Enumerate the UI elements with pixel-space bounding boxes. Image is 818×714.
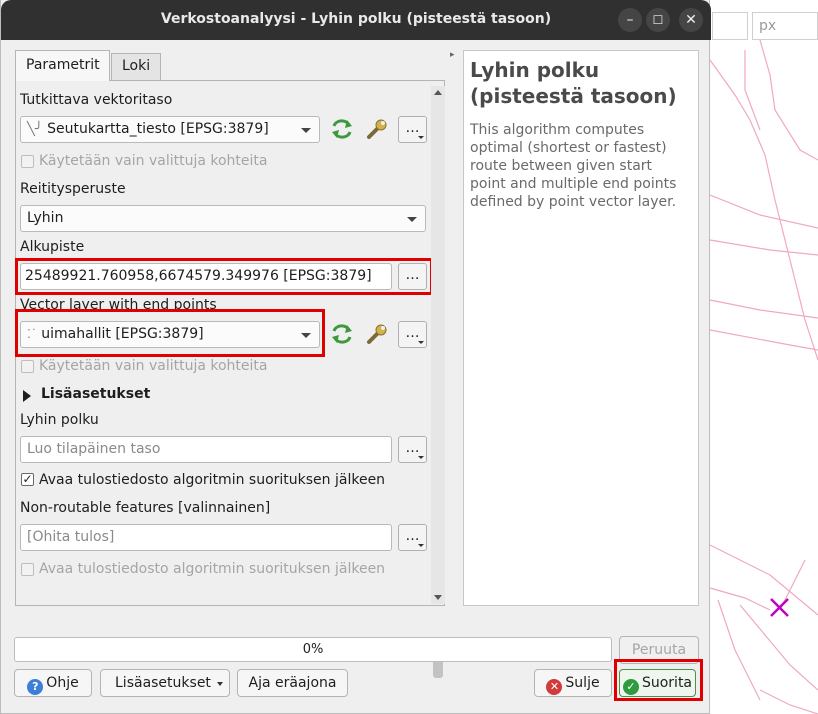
- end-layer-browse-button[interactable]: …: [398, 321, 427, 348]
- vector-layer-combo[interactable]: ╲╯ Seutukartta_tiesto [EPSG:3879]: [20, 116, 320, 143]
- routing-value: Lyhin: [27, 210, 64, 226]
- routing-combo[interactable]: Lyhin: [20, 205, 426, 232]
- open-output-label-1: Avaa tulostiedosto algoritmin suoritukse…: [39, 472, 386, 488]
- maximize-icon[interactable]: ☐: [646, 8, 670, 32]
- chevron-down-icon: [301, 128, 311, 133]
- advanced-menu-button[interactable]: Lisäasetukset: [100, 669, 230, 697]
- map-toolbar-input[interactable]: [712, 12, 748, 40]
- ellipsis-label: …: [405, 120, 420, 136]
- map-unit-field[interactable]: px: [752, 12, 818, 40]
- shortest-path-output-field[interactable]: Luo tilapäinen taso: [20, 436, 392, 463]
- non-routable-browse-button[interactable]: …: [398, 524, 427, 551]
- progress-bar: 0%: [14, 637, 612, 662]
- wrench-icon[interactable]: [365, 117, 389, 141]
- dropdown-arrow-icon: [418, 456, 424, 459]
- selected-only-label-2: Käytetään vain valittuja kohteita: [39, 358, 268, 374]
- selected-only-checkbox-2[interactable]: [21, 360, 34, 373]
- non-routable-label: Non-routable features [valinnainen]: [20, 500, 271, 516]
- line-layer-icon: ╲╯: [27, 122, 43, 137]
- minimize-icon[interactable]: –: [618, 8, 642, 32]
- window-title: Verkostoanalyysi - Lyhin polku (pisteest…: [160, 11, 552, 27]
- open-output-checkbox-1[interactable]: ✓: [21, 473, 34, 486]
- scroll-down-icon[interactable]: [434, 595, 442, 600]
- highlight-box-end-layer: [15, 309, 325, 357]
- help-button[interactable]: ? Ohje: [14, 669, 92, 697]
- check-icon: ✓: [22, 472, 33, 486]
- help-title: Lyhin polku (pisteestä tasoon): [470, 58, 677, 108]
- start-point-label: Alkupiste: [20, 239, 85, 255]
- vector-layer-browse-button[interactable]: …: [398, 116, 427, 143]
- selected-only-label-1: Käytetään vain valittuja kohteita: [39, 153, 268, 169]
- help-icon: ?: [27, 679, 44, 695]
- help-panel: Lyhin polku (pisteestä tasoon) This algo…: [463, 50, 699, 606]
- advanced-button-label: Lisäasetukset: [115, 675, 211, 691]
- scroll-up-icon[interactable]: [434, 90, 442, 95]
- close-button-label: Sulje: [565, 675, 600, 691]
- tab-loki[interactable]: Loki: [111, 53, 161, 81]
- open-output-label-2: Avaa tulostiedosto algoritmin suoritukse…: [39, 561, 386, 577]
- algorithm-dialog: Verkostoanalyysi - Lyhin polku (pisteest…: [0, 0, 711, 714]
- iterate-icon[interactable]: [330, 322, 354, 346]
- advanced-section-toggle[interactable]: Lisäasetukset: [41, 386, 150, 402]
- title-bar: Verkostoanalyysi - Lyhin polku (pisteest…: [1, 0, 711, 40]
- vector-layer-label: Tutkittava vektoritaso: [20, 92, 173, 108]
- ellipsis-label: …: [405, 528, 420, 544]
- non-routable-output-field[interactable]: [Ohita tulos]: [20, 524, 392, 551]
- shortest-path-label: Lyhin polku: [20, 412, 99, 428]
- help-button-label: Ohje: [46, 675, 79, 691]
- vector-layer-value: Seutukartta_tiesto [EPSG:3879]: [47, 121, 269, 137]
- parameters-scrollbar[interactable]: [431, 86, 445, 678]
- help-description: This algorithm computes optimal (shortes…: [470, 122, 677, 210]
- batch-process-button[interactable]: Aja eräajona: [237, 669, 348, 697]
- close-circle-icon: ✕: [546, 679, 563, 695]
- progress-label: 0%: [302, 642, 324, 657]
- selected-only-checkbox-1[interactable]: [21, 155, 34, 168]
- highlight-box-start-point: [15, 258, 433, 295]
- panel-splitter-handle[interactable]: ▸: [450, 50, 458, 70]
- ellipsis-label: …: [405, 440, 420, 456]
- ellipsis-label: …: [405, 325, 420, 341]
- dropdown-arrow-icon: [217, 682, 223, 686]
- wrench-icon[interactable]: [365, 322, 389, 346]
- close-button[interactable]: ✕ Sulje: [534, 669, 612, 697]
- tab-parametrit[interactable]: Parametrit: [15, 50, 110, 81]
- dropdown-arrow-icon: [418, 341, 424, 344]
- routing-label: Reititysperuste: [20, 181, 126, 197]
- close-icon[interactable]: ✕: [679, 8, 703, 32]
- expand-triangle-icon[interactable]: [23, 390, 31, 402]
- iterate-icon[interactable]: [330, 117, 354, 141]
- open-output-checkbox-2[interactable]: [21, 563, 34, 576]
- highlight-box-run: [614, 659, 703, 701]
- dropdown-arrow-icon: [418, 544, 424, 547]
- dropdown-arrow-icon: [418, 136, 424, 139]
- shortest-path-browse-button[interactable]: …: [398, 436, 427, 463]
- chevron-down-icon: [407, 217, 417, 222]
